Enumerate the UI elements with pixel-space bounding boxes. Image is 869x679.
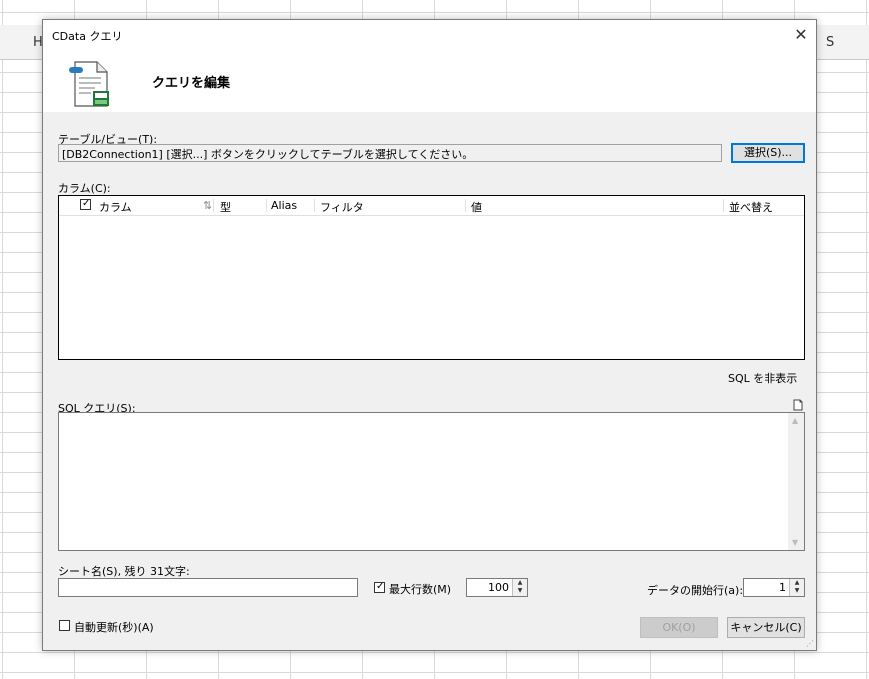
start-row-value: 1 (779, 581, 786, 594)
column-header-filter[interactable]: フィルタ (320, 199, 364, 215)
max-rows-spinner[interactable]: 100 ▲ ▼ (466, 578, 528, 597)
close-button[interactable]: ✕ (786, 20, 816, 50)
sql-scrollbar[interactable]: ▲ ▼ (788, 413, 804, 550)
columns-label: カラム(C): (58, 182, 111, 195)
hide-sql-link[interactable]: SQL を非表示 (728, 370, 797, 386)
column-header-value[interactable]: 値 (471, 199, 482, 215)
start-row-spinner[interactable]: 1 ▲ ▼ (743, 578, 805, 597)
sheet-name-label: シート名(S), 残り 31文字: (58, 565, 190, 578)
resize-grip-icon[interactable]: ⋰ (806, 639, 814, 648)
column-header-type[interactable]: 型 (220, 199, 231, 215)
column-separator (314, 199, 315, 212)
dialog-header: クエリを編集 (43, 50, 816, 112)
columns-grid[interactable]: ✓ カラム ⇅ 型 Alias フィルタ 値 並べ替え (58, 195, 805, 360)
column-separator (266, 199, 267, 212)
cdata-query-dialog: CData クエリ ✕ クエリを編集 テーブル/ビュー(T): [DB2Conn… (42, 19, 817, 651)
copy-document-icon[interactable] (792, 399, 804, 411)
column-separator (465, 199, 466, 212)
column-separator (213, 199, 214, 212)
column-separator (723, 199, 724, 212)
column-header-s[interactable]: S (826, 35, 834, 50)
dialog-title: CData クエリ (52, 30, 123, 43)
scroll-up-icon[interactable]: ▲ (792, 416, 798, 425)
start-row-spin-buttons[interactable]: ▲ ▼ (789, 579, 804, 596)
dialog-heading: クエリを編集 (152, 76, 231, 91)
sql-query-textarea[interactable]: ▲ ▼ (58, 412, 805, 551)
table-view-field[interactable]: [DB2Connection1] [選択...] ボタンをクリックしてテーブルを… (58, 144, 722, 162)
query-document-icon (69, 61, 109, 107)
auto-refresh-label: 自動更新(秒)(A) (74, 621, 154, 634)
column-header-sort[interactable]: 並べ替え (729, 199, 773, 215)
scroll-down-icon[interactable]: ▼ (792, 538, 798, 547)
columns-grid-header: ✓ カラム ⇅ 型 Alias フィルタ 値 並べ替え (59, 196, 804, 216)
check-icon: ✓ (82, 198, 91, 209)
start-row-label: データの開始行(a): (647, 584, 744, 597)
max-rows-value: 100 (488, 581, 509, 594)
sheet-name-input[interactable] (58, 578, 358, 597)
auto-refresh-checkbox[interactable] (59, 620, 70, 631)
cancel-button[interactable]: キャンセル(C) (727, 617, 805, 638)
select-table-button[interactable]: 選択(S)... (731, 143, 805, 163)
column-header-alias[interactable]: Alias (271, 199, 297, 212)
max-rows-label: 最大行数(M) (389, 583, 452, 596)
max-rows-checkbox[interactable]: ✓ (374, 581, 385, 593)
column-header-column[interactable]: カラム (99, 199, 132, 215)
max-rows-spin-buttons[interactable]: ▲ ▼ (512, 579, 527, 596)
dialog-titlebar[interactable]: CData クエリ ✕ (43, 20, 816, 50)
select-all-checkbox[interactable]: ✓ (80, 198, 91, 210)
sort-arrows-icon[interactable]: ⇅ (203, 199, 212, 212)
check-icon: ✓ (376, 581, 385, 592)
ok-button[interactable]: OK(O) (640, 617, 718, 638)
